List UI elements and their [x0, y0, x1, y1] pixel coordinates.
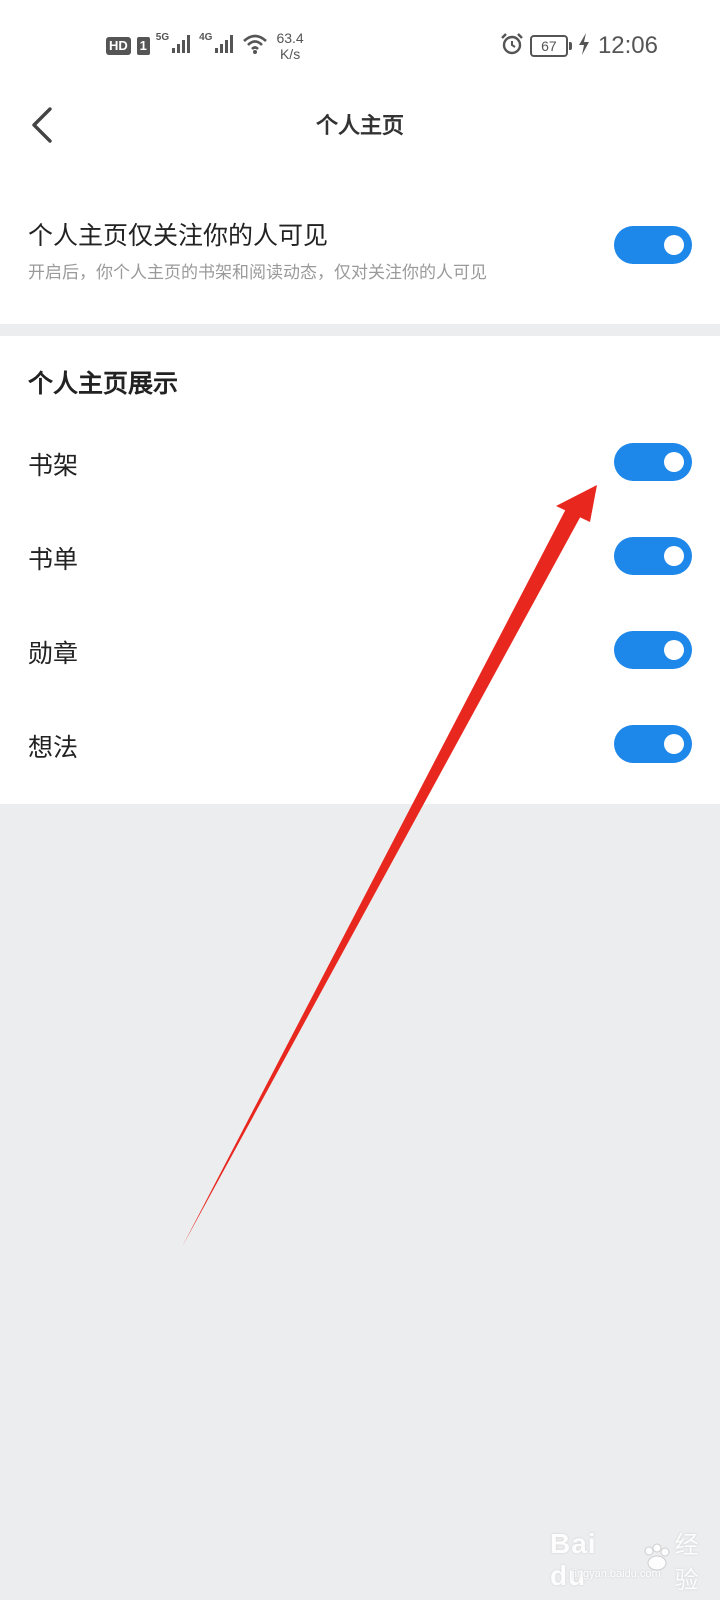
- setting-row-badges: 勋章: [0, 610, 720, 690]
- network-speed: 63.4 K/s: [276, 30, 303, 62]
- status-right-group: 67 12:06: [500, 28, 658, 64]
- status-left-group: HD 1 5G 4G 63.4 K/s: [106, 28, 304, 64]
- toggle-knob: [664, 734, 684, 754]
- watermark-product: 经验: [674, 1531, 699, 1594]
- sim-badge: 1: [136, 37, 150, 55]
- badges-toggle[interactable]: [614, 631, 692, 669]
- bookshelf-toggle[interactable]: [614, 443, 692, 481]
- thoughts-toggle[interactable]: [614, 725, 692, 763]
- watermark-brand: Bai du: [550, 1528, 597, 1591]
- network-speed-value: 63.4: [276, 30, 304, 46]
- baidu-watermark: Bai du 经验: [550, 1525, 720, 1595]
- charging-icon: [578, 33, 590, 59]
- toggle-knob: [664, 546, 684, 566]
- network-4g-label: 4G: [199, 32, 213, 43]
- setting-label: 勋章: [28, 639, 79, 668]
- page-title: 个人主页: [315, 114, 404, 139]
- network-5g-label: 5G: [155, 32, 170, 43]
- hd-badge: HD: [106, 37, 131, 55]
- setting-label: 书单: [28, 545, 79, 574]
- watermark-url: jingyan.baidu.com: [572, 1568, 661, 1580]
- setting-row-booklist: 书单: [0, 516, 720, 596]
- display-section: 个人主页展示 书架 书单 勋章 想法: [0, 336, 720, 804]
- privacy-setting-description: 开启后，你个人主页的书架和阅读动态，仅对关注你的人可见: [28, 263, 487, 283]
- section-title: 个人主页展示: [28, 369, 179, 398]
- status-bar: HD 1 5G 4G 63.4 K/s 67 12:06: [0, 0, 720, 90]
- network-speed-unit: K/s: [279, 46, 301, 62]
- booklist-toggle[interactable]: [614, 537, 692, 575]
- privacy-toggle[interactable]: [614, 226, 692, 264]
- alarm-icon: [500, 32, 524, 60]
- privacy-section: 个人主页仅关注你的人可见 开启后，你个人主页的书架和阅读动态，仅对关注你的人可见: [0, 166, 720, 324]
- nav-header: 个人主页: [0, 90, 720, 166]
- toggle-knob: [664, 452, 684, 472]
- setting-row-bookshelf: 书架: [0, 422, 720, 502]
- setting-label: 想法: [28, 733, 79, 762]
- privacy-setting-title: 个人主页仅关注你的人可见: [28, 221, 329, 250]
- toggle-knob: [664, 235, 684, 255]
- setting-row-thoughts: 想法: [0, 704, 720, 784]
- toggle-knob: [664, 640, 684, 660]
- clock: 12:06: [597, 32, 658, 59]
- signal-icon: [214, 33, 236, 59]
- wifi-icon: [242, 33, 268, 59]
- signal-icon: [171, 33, 193, 59]
- battery-indicator: 67: [529, 35, 572, 57]
- setting-label: 书架: [28, 451, 79, 480]
